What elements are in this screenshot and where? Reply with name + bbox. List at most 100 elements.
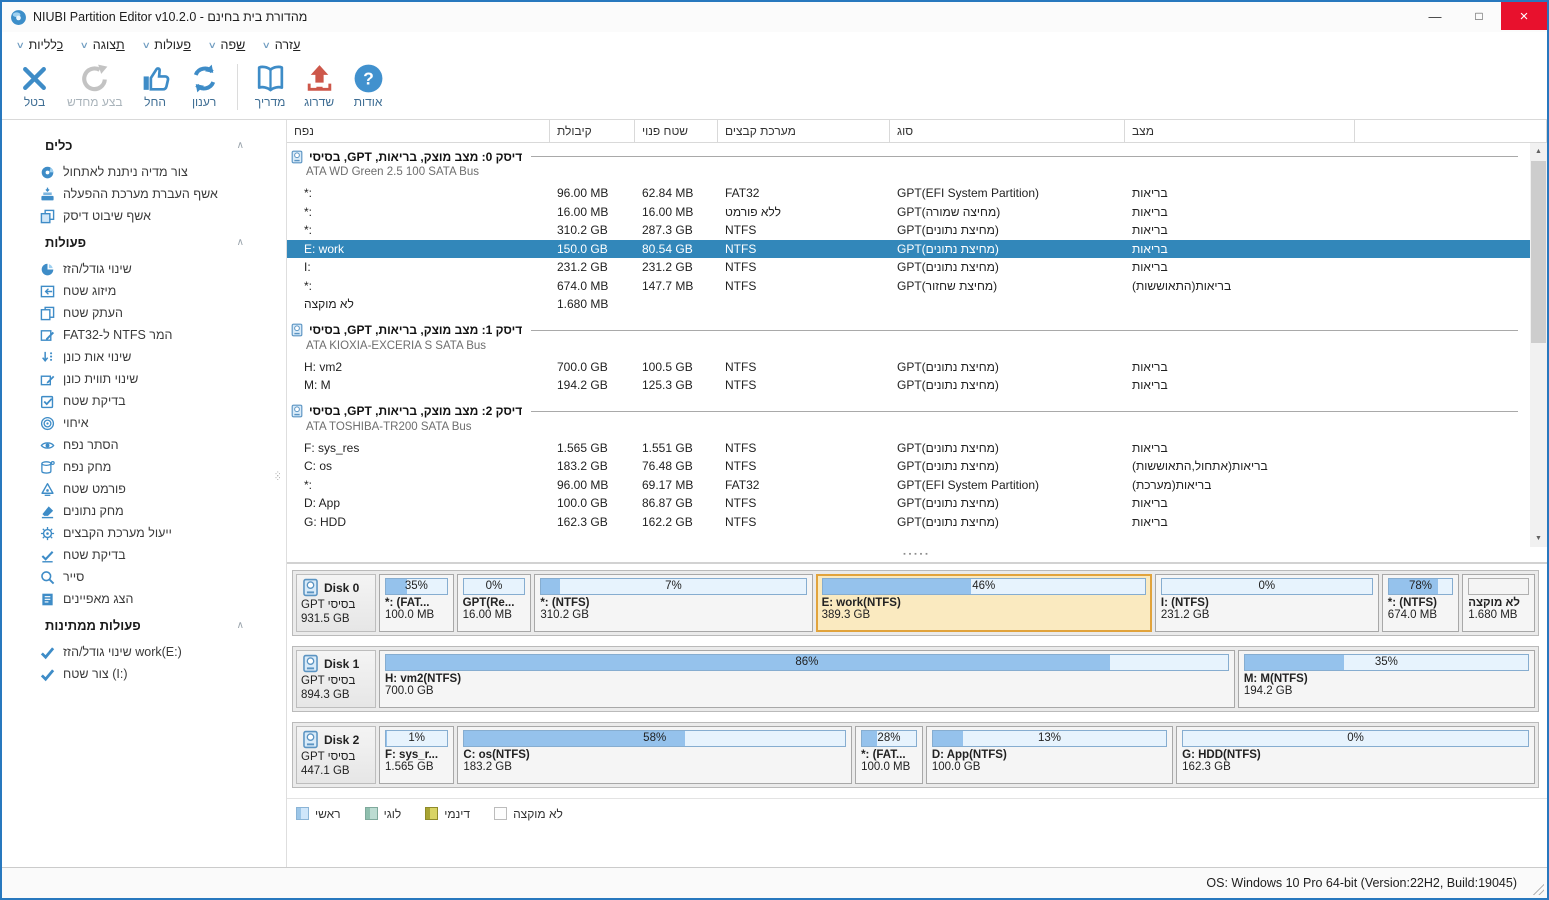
sidebar-item-copy[interactable]: העתק שטח (2, 302, 286, 324)
sidebar-item-pending-resize[interactable]: שינוי גודל/הזז work(E:) (2, 641, 286, 663)
menu-item-language[interactable]: ∨ שפה (200, 35, 254, 55)
horizontal-splitter[interactable]: ▪▪▪▪▪ (287, 547, 1547, 564)
disk-group-header[interactable]: דיסק 0: מצב מוצק, בריאות, GPT, בסיסי (287, 148, 1530, 165)
disk-group-header[interactable]: דיסק 2: מצב מוצק, בריאות, GPT, בסיסי (287, 403, 1530, 420)
cell-free-space: 1.551 GB (642, 440, 693, 455)
table-row-d0-3[interactable]: E: work 150.0 GB 80.54 GB NTFS GPT(מחיצת נתו… (287, 239, 1530, 258)
maximize-button[interactable]: □ (1457, 2, 1501, 30)
menu-item-help[interactable]: ∨ עזרה (254, 35, 309, 55)
section-header-pending[interactable]: פעולות ממתינות ∧ (2, 610, 286, 641)
sidebar-item-optimize-fs[interactable]: ייעול מערכת הקבצים (2, 522, 286, 544)
table-row-d0-5[interactable]: *: 674.0 MB 147.7 MB NTFS GPT(מחיצת שחזור) בר… (287, 277, 1530, 296)
disk1-partition-1[interactable]: 35% M: M(NTFS) 194.2 GB (1237, 650, 1535, 708)
disk-info-0[interactable]: Disk 0 GPT בסיסי 931.5 GB (296, 574, 376, 632)
cell-file-system: FAT32 (725, 477, 760, 492)
column-header-5[interactable]: מצב (1125, 120, 1355, 142)
disk2-partition-1[interactable]: 58% C: os(NTFS) 183.2 GB (457, 726, 853, 784)
column-header-1[interactable]: קיבולת (550, 120, 635, 142)
cell-capacity: 150.0 GB (557, 241, 608, 256)
partition-label: *: (NTFS) (540, 597, 590, 609)
menu-item-view[interactable]: ∨ תצוגה (72, 35, 134, 55)
disk2-partition-0[interactable]: 1% F: sys_r... 1.565 GB (379, 726, 455, 784)
sidebar-item-label: המר NTFS ל-FAT32 (63, 328, 173, 342)
sidebar-item-properties[interactable]: הצג מאפיינים (2, 588, 286, 610)
sidebar-item-surface-test[interactable]: בדיקת שטח (2, 544, 286, 566)
disk2-partition-3[interactable]: 13% D: App(NTFS) 100.0 GB (925, 726, 1174, 784)
table-row-d2-0[interactable]: F: sys_res 1.565 GB 1.551 GB NTFS GPT(מחיצת … (287, 439, 1530, 458)
disk1-partition-0[interactable]: 86% H: vm2(NTFS) 700.0 GB (379, 650, 1235, 708)
sidebar-item-os-migration[interactable]: אשף העברת מערכת ההפעלה (2, 183, 286, 205)
disk-info-2[interactable]: Disk 2 GPT בסיסי 447.1 GB (296, 726, 376, 784)
disk-group-header[interactable]: דיסק 1: מצב מוצק, בריאות, GPT, בסיסי (287, 322, 1530, 339)
disk0-partition-6[interactable]: לא מוקצה 1.680 MB (1462, 574, 1536, 632)
undo-button[interactable]: בטל (10, 62, 59, 109)
table-row-d0-4[interactable]: I: 231.2 GB 231.2 GB NTFS GPT(מחיצת נתונים) ב… (287, 258, 1530, 277)
guide-icon (254, 62, 287, 95)
section-header-operations[interactable]: פעולות ∧ (2, 227, 286, 258)
disk0-partition-0[interactable]: 35% *: (FAT... 100.0 MB (379, 574, 454, 632)
apply-button[interactable]: החל (131, 62, 180, 109)
sidebar-item-bootable-media[interactable]: צור מדיה ניתנת לאתחול (2, 161, 286, 183)
disk-info-1[interactable]: Disk 1 GPT בסיסי 894.3 GB (296, 650, 376, 708)
column-header-2[interactable]: שטח פנוי (635, 120, 718, 142)
table-row-d0-1[interactable]: *: 16.00 MB 16.00 MB ללא פורמט GPT(מחיצה שמו… (287, 203, 1530, 222)
redo-button[interactable]: בצע מחדש (59, 62, 131, 109)
column-header-0[interactable]: נפח (287, 120, 550, 142)
disk0-partition-2[interactable]: 7% *: (NTFS) 310.2 GB (534, 574, 813, 632)
cell-extra (1355, 494, 1530, 513)
table-row-d1-0[interactable]: H: vm2 700.0 GB 100.5 GB NTFS GPT(מחיצת נתונ… (287, 358, 1530, 377)
sidebar-item-label: ייעול מערכת הקבצים (63, 526, 172, 540)
sidebar-item-merge[interactable]: מיזוג שטח (2, 280, 286, 302)
disk0-partition-1[interactable]: 0% GPT(Re... 16.00 MB (456, 574, 532, 632)
partition-size: 674.0 MB (1387, 609, 1438, 621)
disk0-partition-5[interactable]: 78% *: (NTFS) 674.0 MB (1381, 574, 1460, 632)
sidebar-item-format[interactable]: פורמט שטח (2, 478, 286, 500)
sidebar-item-wipe-data[interactable]: מחק נתונים (2, 500, 286, 522)
sidebar-item-drive-letter[interactable]: שינוי אות כונן (2, 346, 286, 368)
sidebar-item-disk-clone[interactable]: אשף שיבוט דיסק (2, 205, 286, 227)
resize-grip[interactable] (1531, 882, 1544, 895)
section-header-tools[interactable]: כלים ∧ (2, 130, 286, 161)
table-row-d0-2[interactable]: *: 310.2 GB 287.3 GB NTFS GPT(מחיצת נתונים) ב… (287, 221, 1530, 240)
scroll-thumb[interactable] (1531, 161, 1546, 343)
disk2-partition-2[interactable]: 28% *: (FAT... 100.0 MB (855, 726, 923, 784)
cell-capacity: 96.00 MB (557, 477, 609, 492)
sidebar-item-hide-volume[interactable]: הסתר נפח (2, 434, 286, 456)
disk0-partition-3[interactable]: 46% E: work(NTFS) 389.3 GB (815, 574, 1152, 632)
table-row-d2-4[interactable]: G: HDD 162.3 GB 162.2 GB NTFS GPT(מחיצת נתונ… (287, 513, 1530, 532)
sidebar-item-delete-volume[interactable]: מחק נפח (2, 456, 286, 478)
cell-type: GPT(מחיצת נתונים) (897, 223, 999, 237)
close-button[interactable]: × (1501, 2, 1547, 30)
column-header-4[interactable]: סוג (890, 120, 1125, 142)
table-row-d0-0[interactable]: *: 96.00 MB 62.84 MB FAT32 GPT(EFI System Pa… (287, 184, 1530, 203)
column-header-3[interactable]: מערכת קבצים (718, 120, 890, 142)
table-row-d0-6[interactable]: לא מוקצה 1.680 MB (287, 295, 1530, 314)
sidebar-item-defrag[interactable]: איחוי (2, 412, 286, 434)
upgrade-button[interactable]: שדרוג (295, 62, 344, 109)
sidebar-item-convert[interactable]: המר NTFS ל-FAT32 (2, 324, 286, 346)
table-row-d2-3[interactable]: D: App 100.0 GB 86.87 GB NTFS GPT(מחיצת נתונ… (287, 494, 1530, 513)
sidebar-item-resize-move[interactable]: שינוי גודל/הזז (2, 258, 286, 280)
partition-label: G: HDD(NTFS) (1182, 749, 1261, 761)
table-row-d1-1[interactable]: M: M 194.2 GB 125.3 GB NTFS GPT(מחיצת נתונים… (287, 376, 1530, 395)
disk0-partition-4[interactable]: 0% I: (NTFS) 231.2 GB (1154, 574, 1379, 632)
column-header-6[interactable] (1355, 120, 1547, 142)
partition-label: *: (FAT... (385, 597, 430, 609)
refresh-button[interactable]: רענון (180, 62, 229, 109)
sidebar-item-check-partition[interactable]: בדיקת שטח (2, 390, 286, 412)
sidebar-item-explore[interactable]: סייר (2, 566, 286, 588)
table-row-d2-1[interactable]: C: os 183.2 GB 76.48 GB NTFS GPT(מחיצת נתוני… (287, 457, 1530, 476)
vertical-scrollbar[interactable]: ▲ ▼ (1530, 143, 1547, 547)
guide-button[interactable]: מדריך (246, 62, 295, 109)
minimize-button[interactable]: — (1413, 2, 1457, 30)
sidebar-item-drive-label[interactable]: שינוי תווית כונן (2, 368, 286, 390)
menu-item-operations[interactable]: ∨ פעולות (134, 35, 200, 55)
scroll-down-icon[interactable]: ▼ (1530, 530, 1547, 547)
menu-item-general[interactable]: ∨ כלליות (8, 35, 72, 55)
sidebar-item-pending-create[interactable]: צור שטח (I:) (2, 663, 286, 685)
about-button[interactable]: ? אודות (344, 62, 393, 109)
scroll-up-icon[interactable]: ▲ (1530, 143, 1547, 160)
table-row-d2-2[interactable]: *: 96.00 MB 69.17 MB FAT32 GPT(EFI System Pa… (287, 476, 1530, 495)
disk2-partition-4[interactable]: 0% G: HDD(NTFS) 162.3 GB (1176, 726, 1535, 784)
sidebar-splitter[interactable]: ⁘ ⁘ (274, 470, 282, 483)
